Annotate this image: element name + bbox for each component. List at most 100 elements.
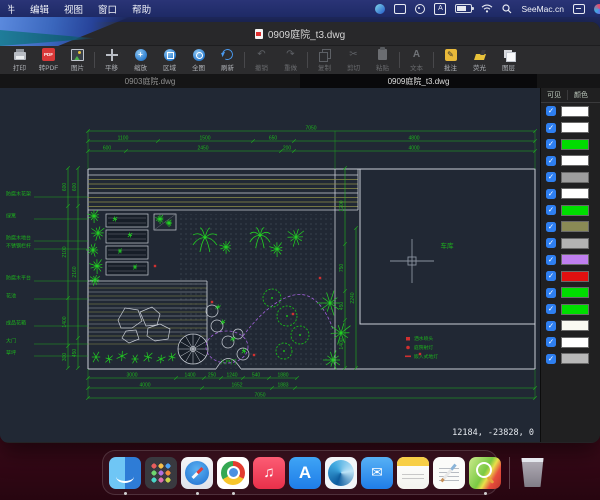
layer-row-3	[541, 153, 600, 170]
layer-visible-checkbox[interactable]	[546, 337, 556, 348]
undo-button[interactable]: ↶ 撤销	[247, 48, 276, 72]
menu-item-2[interactable]: 视图	[64, 2, 83, 16]
layer-color-swatch[interactable]	[561, 171, 589, 183]
app-store-icon[interactable]	[289, 456, 321, 489]
screen-record-icon[interactable]	[415, 3, 426, 14]
layer-row-0	[541, 103, 600, 120]
layer-visible-checkbox[interactable]	[546, 172, 556, 183]
layer-color-swatch[interactable]	[561, 221, 589, 233]
layer-visible-checkbox[interactable]	[546, 155, 556, 166]
wifi-icon[interactable]	[481, 4, 493, 13]
pan-button[interactable]: 平移	[97, 48, 126, 72]
layer-color-swatch[interactable]	[561, 105, 589, 117]
input-method-icon[interactable]: A	[434, 2, 447, 15]
drawing-canvas[interactable]: 7050 1100 1500 650 4800 600 2450 200 4000 3000 140…	[0, 88, 540, 442]
redo-button[interactable]: ↷ 重做	[276, 48, 305, 72]
zoom-extents-button[interactable]: 全图	[184, 48, 213, 72]
user-switch-icon[interactable]	[573, 3, 585, 14]
tab-file-2-active[interactable]: 0909庭院_t3.dwg	[300, 74, 537, 88]
annotate-button[interactable]: 批注	[436, 48, 465, 72]
svg-text:1880: 1880	[277, 373, 288, 379]
layer-color-swatch[interactable]	[561, 270, 589, 282]
search-icon[interactable]	[502, 3, 512, 14]
layer-visible-checkbox[interactable]	[546, 221, 556, 232]
layer-visible-checkbox[interactable]	[546, 353, 556, 364]
running-dot	[231, 491, 235, 495]
svg-text:1400: 1400	[184, 373, 195, 379]
layer-color-swatch[interactable]	[561, 188, 589, 200]
layer-color-swatch[interactable]	[561, 303, 589, 315]
music-icon[interactable]	[253, 456, 285, 489]
to-pdf-button[interactable]: 转PDF	[34, 48, 63, 72]
running-dot	[483, 491, 487, 495]
svg-text:2240: 2240	[350, 292, 356, 303]
cad-viewer-icon[interactable]	[469, 456, 501, 495]
trash-icon[interactable]	[521, 458, 544, 487]
redo-icon: ↷	[286, 48, 295, 60]
text-button[interactable]: A 文本	[402, 48, 431, 72]
layer-visible-checkbox[interactable]	[546, 139, 556, 150]
mail-icon[interactable]	[361, 456, 393, 489]
full-view-icon	[192, 48, 205, 61]
finder-icon[interactable]	[109, 456, 141, 495]
running-dot	[123, 491, 127, 495]
layer-visible-checkbox[interactable]	[546, 287, 556, 298]
layer-color-swatch[interactable]	[561, 138, 589, 150]
menu-item-1[interactable]: 编辑	[30, 2, 49, 16]
layer-visible-checkbox[interactable]	[546, 205, 556, 216]
safari-icon[interactable]	[181, 456, 213, 495]
image-icon	[71, 48, 84, 61]
menu-item-4[interactable]: 帮助	[132, 2, 151, 16]
layer-visible-checkbox[interactable]	[546, 238, 556, 249]
layers-button[interactable]: 图层	[494, 48, 523, 72]
layer-visible-checkbox[interactable]	[546, 304, 556, 315]
layer-visible-checkbox[interactable]	[546, 320, 556, 331]
area-icon	[163, 48, 176, 61]
layer-visible-checkbox[interactable]	[546, 254, 556, 265]
dock	[102, 450, 544, 495]
magnifier-icon	[476, 461, 492, 478]
layer-color-swatch[interactable]	[561, 353, 589, 365]
layer-color-swatch[interactable]	[561, 320, 589, 332]
chrome-icon[interactable]	[217, 456, 249, 495]
svg-text:12184, -23828, 0: 12184, -23828, 0	[452, 428, 534, 438]
zoom-button[interactable]: 缩放	[126, 48, 155, 72]
window-title: 0909庭院_t3.dwg	[267, 30, 346, 41]
undo-icon: ↶	[257, 48, 266, 60]
layer-visible-checkbox[interactable]	[546, 271, 556, 282]
layer-color-swatch[interactable]	[561, 254, 589, 266]
highlight-button[interactable]: 荧光	[465, 48, 494, 72]
layer-visible-checkbox[interactable]	[546, 122, 556, 133]
layer-color-swatch[interactable]	[561, 155, 589, 167]
menu-item-3[interactable]: 窗口	[98, 2, 117, 16]
refresh-button[interactable]: 刷新	[213, 47, 242, 72]
notes-icon[interactable]	[397, 456, 429, 489]
tab-bar: 0903庭院.dwg 0909庭院_t3.dwg	[0, 74, 600, 88]
layer-color-swatch[interactable]	[561, 237, 589, 249]
layer-color-swatch[interactable]	[561, 122, 589, 134]
app-status-icon[interactable]	[375, 3, 386, 14]
layer-visible-checkbox[interactable]	[546, 106, 556, 117]
launchpad-icon[interactable]	[145, 456, 177, 489]
window-status-icon[interactable]	[394, 3, 407, 14]
layer-row-9	[541, 252, 600, 269]
print-button[interactable]: 打印	[5, 48, 34, 72]
cut-button[interactable]: ✂ 剪切	[339, 48, 368, 72]
paste-button[interactable]: 粘贴	[368, 47, 397, 72]
battery-icon[interactable]	[455, 4, 475, 13]
menu-item-0[interactable]: 文件	[8, 2, 15, 16]
layer-color-swatch[interactable]	[561, 204, 589, 216]
zoom-area-button[interactable]: 区域	[155, 48, 184, 72]
toolbar-divider	[399, 52, 400, 68]
svg-text:1652: 1652	[231, 383, 242, 389]
layers-panel: 可见 颜色	[540, 88, 600, 442]
layer-color-swatch[interactable]	[561, 336, 589, 348]
tab-file-1[interactable]: 0903庭院.dwg	[0, 74, 300, 88]
export-image-button[interactable]: 图片	[63, 48, 92, 72]
layer-color-swatch[interactable]	[561, 287, 589, 299]
layer-visible-checkbox[interactable]	[546, 188, 556, 199]
siri-icon[interactable]	[594, 3, 600, 14]
wave-app-icon[interactable]	[325, 456, 357, 489]
textedit-icon[interactable]	[433, 456, 465, 489]
copy-button[interactable]: 复制	[310, 48, 339, 72]
